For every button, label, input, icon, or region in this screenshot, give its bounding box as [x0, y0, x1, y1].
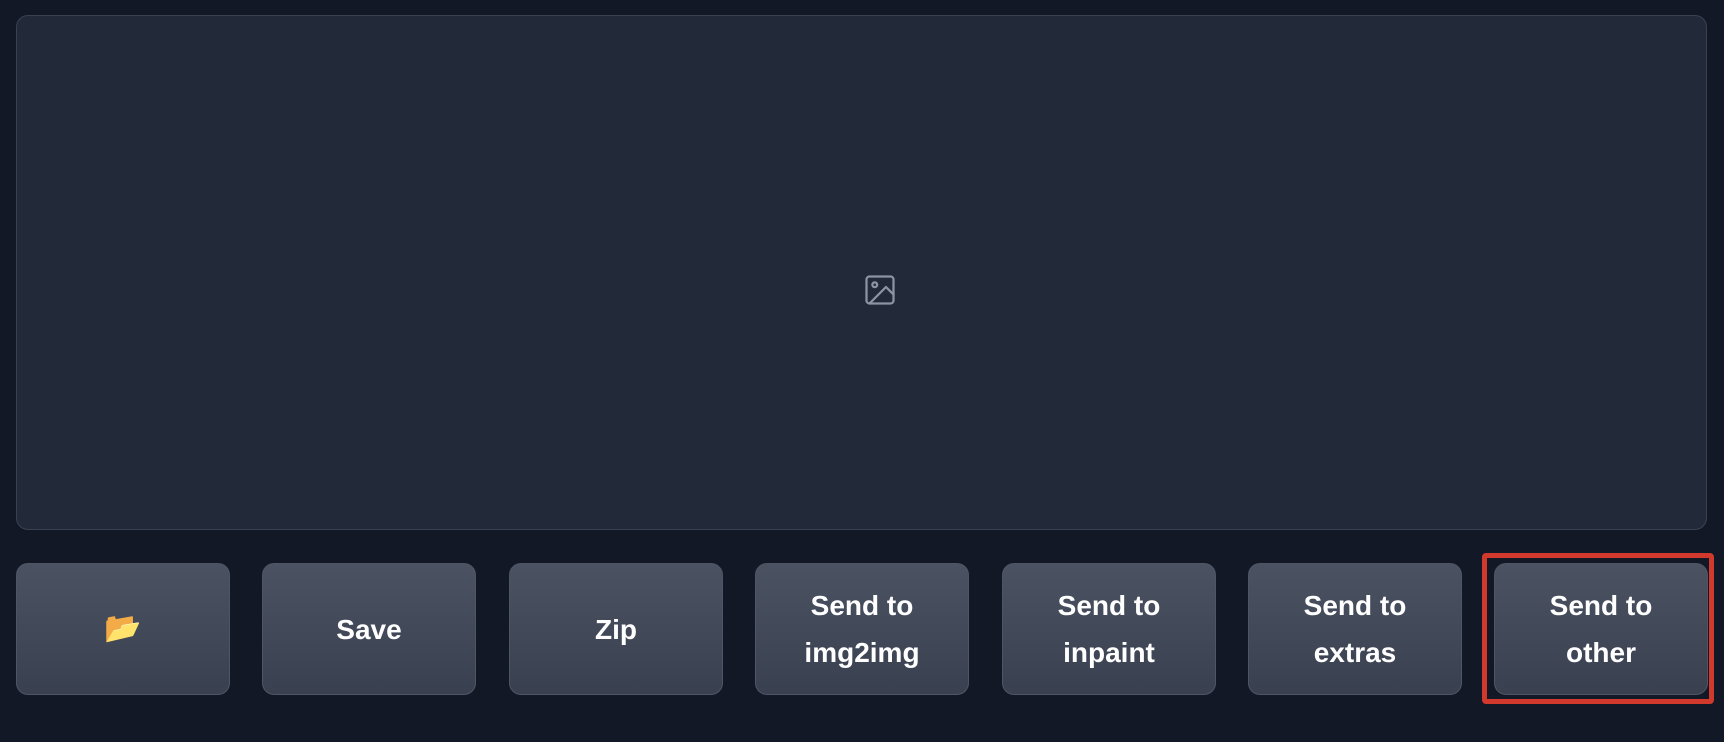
- save-button[interactable]: Save: [262, 563, 476, 695]
- send-to-other-line1: Send to: [1549, 590, 1653, 621]
- send-to-extras-line1: Send to: [1303, 590, 1407, 621]
- send-to-extras-button[interactable]: Send to extras: [1248, 563, 1462, 695]
- open-folder-button[interactable]: 📂: [16, 563, 230, 695]
- send-to-img2img-line1: Send to: [810, 590, 914, 621]
- zip-button[interactable]: Zip: [509, 563, 723, 695]
- image-gallery: [16, 15, 1707, 530]
- folder-icon: 📂: [104, 612, 142, 645]
- save-button-label: Save: [336, 613, 402, 645]
- send-to-inpaint-line1: Send to: [1057, 590, 1161, 621]
- zip-button-label: Zip: [595, 613, 637, 645]
- send-to-other-line2: other: [1565, 637, 1636, 668]
- send-to-other-button[interactable]: Send to other: [1494, 563, 1708, 695]
- image-icon: [862, 272, 898, 308]
- send-to-img2img-line2: img2img: [804, 637, 920, 668]
- send-to-inpaint-line2: inpaint: [1063, 637, 1155, 668]
- send-to-inpaint-button[interactable]: Send to inpaint: [1002, 563, 1216, 695]
- send-to-img2img-button[interactable]: Send to img2img: [755, 563, 969, 695]
- send-to-extras-line2: extras: [1313, 637, 1397, 668]
